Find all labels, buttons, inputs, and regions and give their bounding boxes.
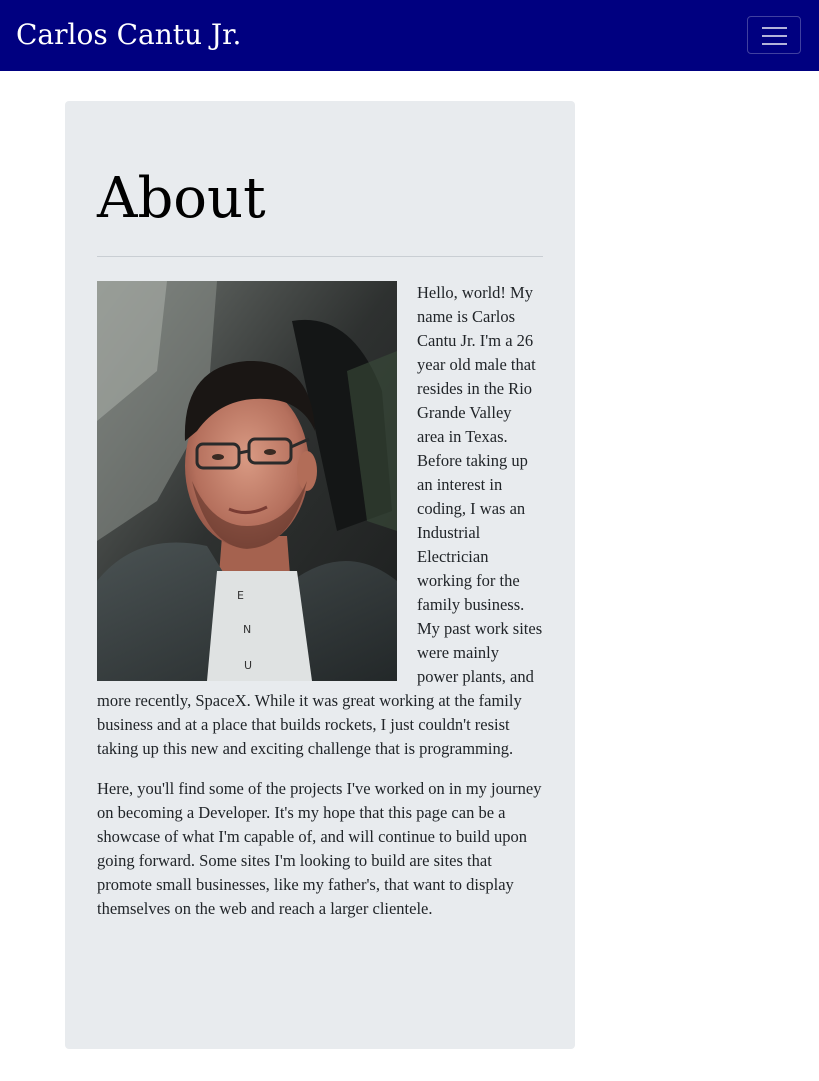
top-navbar: Carlos Cantu Jr. [0,0,819,71]
about-card: About E N U Hello, world! My name is Car… [65,101,575,1049]
title-divider [97,256,543,257]
page-title: About [97,166,266,231]
hamburger-menu-icon [762,26,787,45]
svg-text:N: N [243,623,251,636]
about-content: E N U Hello, world! My name is Carlos Ca… [97,281,543,937]
svg-text:E: E [237,589,244,602]
svg-text:U: U [244,659,252,672]
brand-link[interactable]: Carlos Cantu Jr. [16,13,241,57]
navbar-toggler-button[interactable] [747,16,801,54]
profile-photo: E N U [97,281,397,681]
about-paragraph-2: Here, you'll find some of the projects I… [97,779,542,918]
